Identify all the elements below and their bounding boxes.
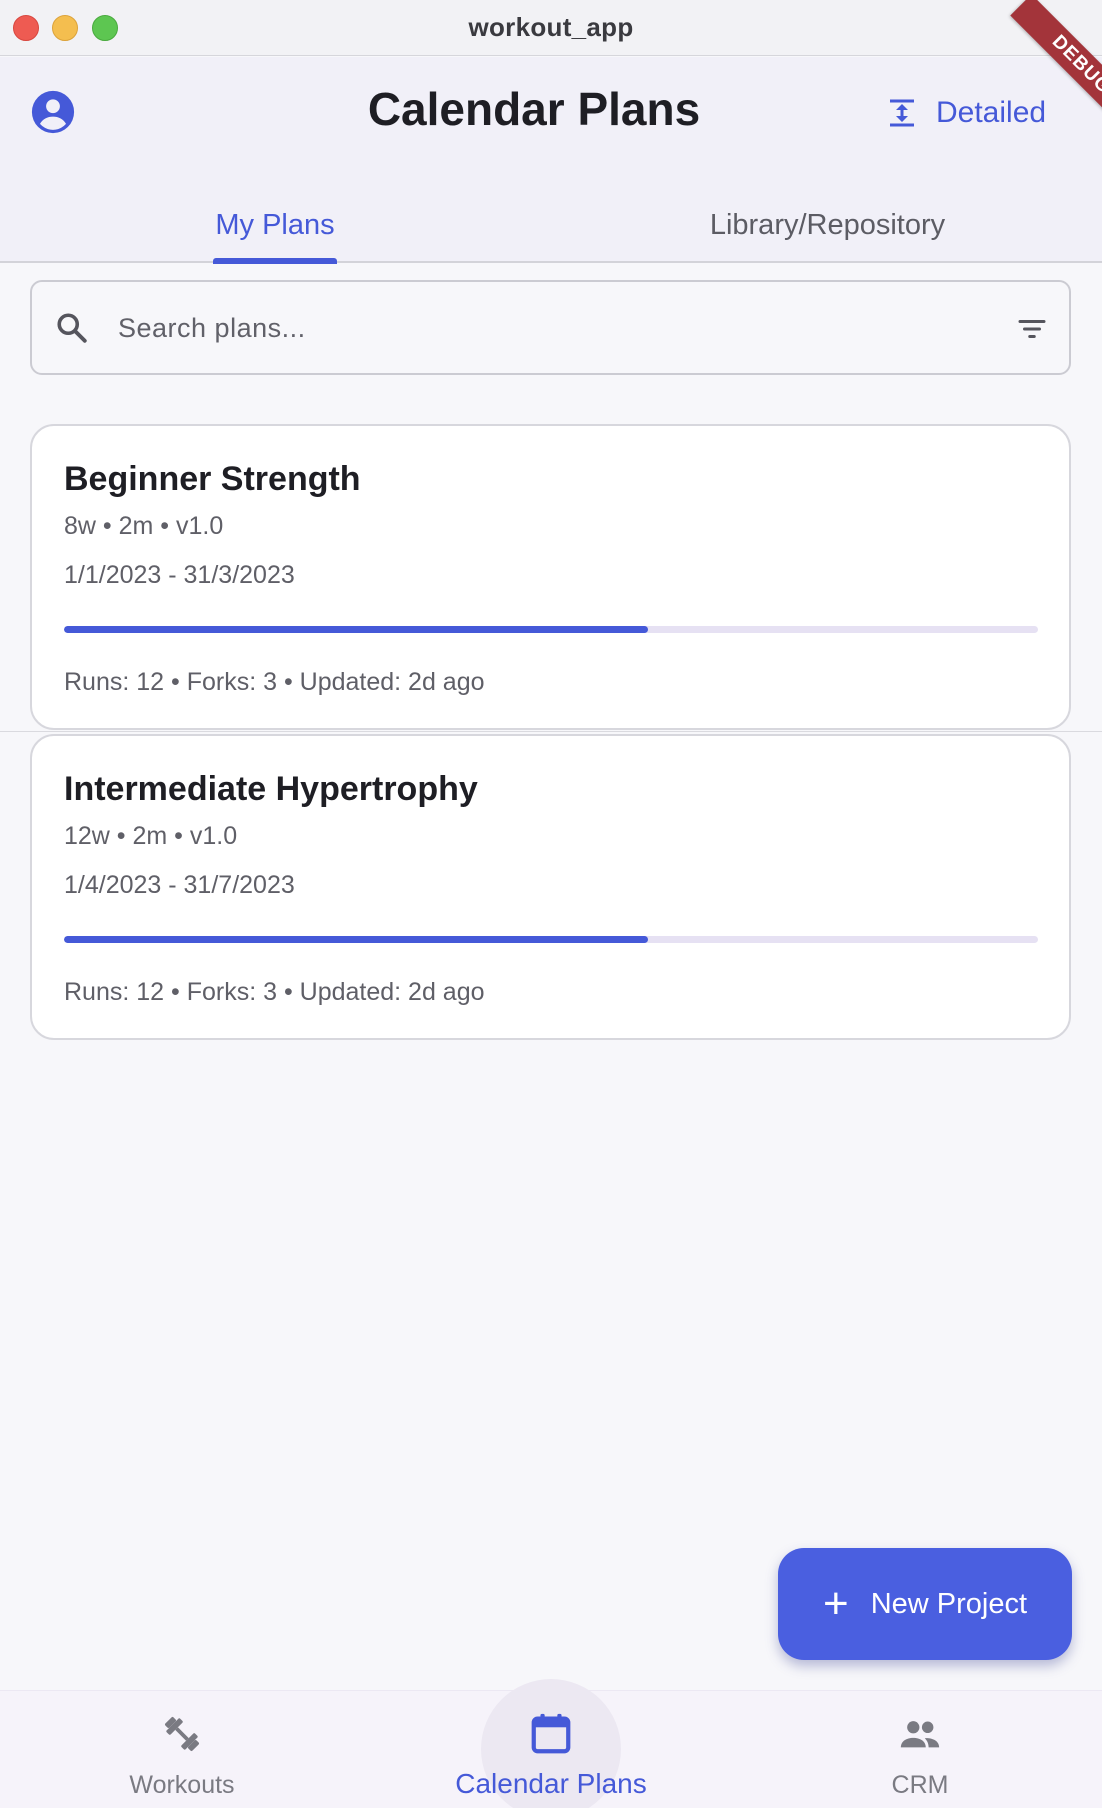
window-titlebar: workout_app — [0, 0, 1102, 56]
nav-label-calendar-plans: Calendar Plans — [455, 1768, 647, 1799]
plan-title: Intermediate Hypertrophy — [64, 770, 478, 808]
detailed-view-button[interactable]: Detailed — [884, 89, 1046, 137]
plan-meta: 12w • 2m • v1.0 — [64, 822, 238, 850]
card-divider — [0, 731, 1102, 732]
search-input[interactable] — [118, 306, 978, 350]
nav-label-workouts: Workouts — [129, 1771, 235, 1799]
plan-card[interactable]: Intermediate Hypertrophy 12w • 2m • v1.0… — [30, 734, 1071, 1040]
nav-item-crm[interactable]: CRM — [840, 1691, 1000, 1808]
nav-item-workouts[interactable]: Workouts — [82, 1691, 282, 1808]
vertical-align-center-icon — [890, 99, 914, 127]
app-bar: Calendar Plans Detailed My Plans Library… — [0, 57, 1102, 264]
plan-progress-fill — [64, 936, 649, 943]
plan-title: Beginner Strength — [64, 460, 361, 498]
plan-progress-bar — [64, 936, 1038, 943]
plus-icon: + — [822, 1579, 849, 1628]
nav-item-calendar-plans[interactable]: Calendar Plans — [420, 1679, 682, 1808]
new-project-button[interactable]: + New Project — [778, 1548, 1072, 1660]
calendar-icon — [531, 1713, 571, 1754]
plan-card[interactable]: Beginner Strength 8w • 2m • v1.0 1/1/202… — [30, 424, 1071, 730]
plan-stats: Runs: 12 • Forks: 3 • Updated: 2d ago — [64, 978, 485, 1006]
tab-my-plans[interactable]: My Plans — [180, 200, 370, 263]
detailed-label: Detailed — [936, 96, 1047, 129]
bottom-navigation: Workouts Calendar Plans CRM — [0, 1679, 1102, 1808]
tab-bar: My Plans Library/Repository — [0, 200, 1102, 263]
people-icon — [900, 1721, 940, 1748]
search-box — [30, 280, 1071, 375]
window-title: workout_app — [468, 12, 634, 42]
app-window: workout_app Calendar Plans Detailed My P… — [0, 0, 1102, 1808]
nav-label-crm: CRM — [891, 1771, 949, 1799]
new-project-label: New Project — [870, 1587, 1028, 1620]
plan-dates: 1/1/2023 - 31/3/2023 — [64, 561, 295, 589]
tab-library-repository[interactable]: Library/Repository — [690, 200, 965, 263]
search-icon — [57, 313, 87, 343]
plan-dates: 1/4/2023 - 31/7/2023 — [64, 871, 295, 899]
active-tab-indicator — [213, 258, 337, 264]
plan-progress-fill — [64, 626, 649, 633]
plan-stats: Runs: 12 • Forks: 3 • Updated: 2d ago — [64, 668, 485, 696]
plan-meta: 8w • 2m • v1.0 — [64, 512, 224, 540]
dumbbell-icon — [165, 1717, 199, 1751]
filter-icon[interactable] — [1014, 311, 1050, 347]
plan-progress-bar — [64, 626, 1038, 633]
